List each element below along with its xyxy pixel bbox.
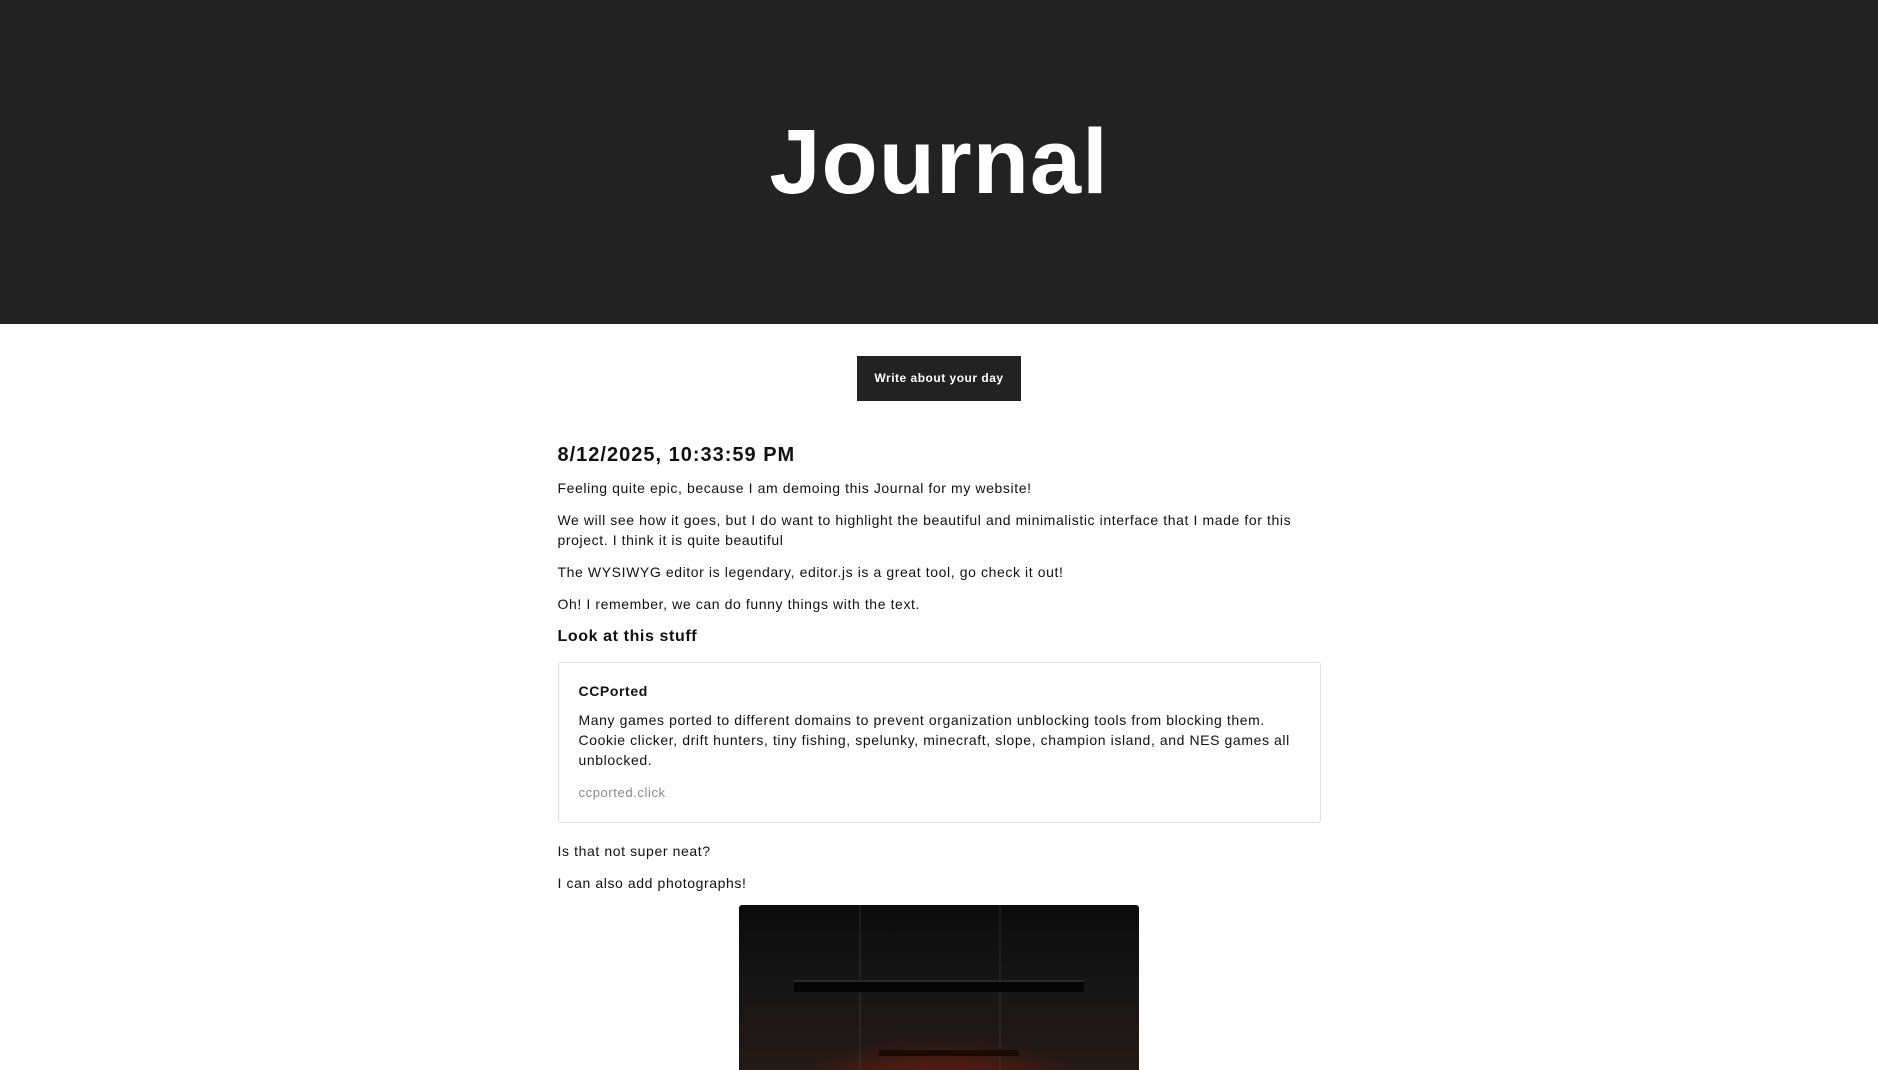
entry-date: 8/12/2025, 10:33:59 PM (557, 444, 796, 466)
entry-paragraph: We will see how it goes, but I do want t… (557, 512, 1292, 548)
write-action-area: Write about your day (0, 324, 1878, 401)
entry-paragraph: Feeling quite epic, because I am demoing… (557, 480, 1032, 496)
link-card-domain: ccported.click (578, 785, 666, 800)
page-header: Journal (0, 0, 1878, 324)
entry-heading: Look at this stuff (557, 628, 698, 645)
link-preview-card[interactable]: CCPorted Many games ported to different … (557, 662, 1321, 823)
entry-paragraph: The WYSIWYG editor is legendary, editor.… (557, 564, 1064, 580)
entry-paragraph: Oh! I remember, we can do funny things w… (557, 596, 921, 612)
entry-paragraph: I can also add photographs! (557, 875, 747, 891)
link-card-description: Many games ported to different domains t… (578, 712, 1290, 768)
entry-paragraph: Is that not super neat? (557, 843, 711, 859)
page-title: Journal (769, 110, 1109, 213)
write-about-day-button[interactable]: Write about your day (857, 356, 1021, 401)
photo-container (558, 905, 1321, 1070)
entry-photo (739, 905, 1139, 1070)
link-card-title: CCPorted (578, 683, 648, 699)
journal-entry: 8/12/2025, 10:33:59 PM Feeling quite epi… (557, 401, 1321, 1070)
